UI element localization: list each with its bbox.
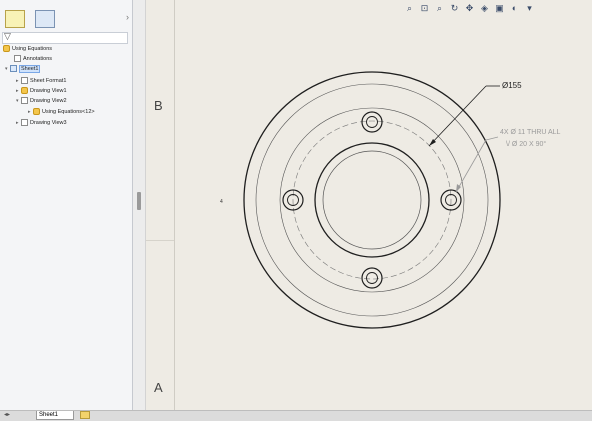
solidworks-drawing-window: › ▽ Using Equations Annotations ▾ Sheet1 … (0, 0, 592, 421)
sheet-icon (10, 65, 17, 73)
tree-item-using-equations[interactable]: Using Equations (3, 45, 52, 54)
diameter-note[interactable]: Ø155 (502, 81, 522, 90)
diameter-dimension-leader[interactable] (428, 85, 500, 147)
tree-item-label: Annotations (23, 56, 53, 62)
tree-item-label: Using Equations (12, 46, 53, 52)
feature-manager-tab[interactable] (5, 10, 25, 28)
tree-item-using-equations-12[interactable]: ▸ Using Equations<12> (28, 108, 95, 117)
sheet-tab-bar: ◂▸ Sheet1 (0, 410, 592, 421)
hole-callout-line2[interactable]: \/ Ø 20 X 90° (506, 140, 546, 148)
hub-circle[interactable] (314, 142, 430, 258)
splitter-grip-icon[interactable] (137, 192, 141, 210)
drawing-view-icon (21, 97, 28, 105)
chevron-right-icon[interactable]: › (126, 12, 129, 22)
add-sheet-icon[interactable] (80, 411, 90, 419)
panel-splitter[interactable] (133, 0, 146, 410)
feature-manager-panel: › ▽ Using Equations Annotations ▾ Sheet1 … (0, 0, 133, 410)
tab-scroll-arrows-icon[interactable]: ◂▸ (4, 411, 10, 420)
panel-tabs: › (0, 10, 132, 30)
tree-item-label: Drawing View3 (30, 120, 67, 126)
tree-item-label: Using Equations<12> (42, 109, 95, 115)
sheet-format-icon (21, 77, 28, 85)
drawing-canvas[interactable]: B A ⌕ ⊡ ⌕ ↻ ✥ ◈ ▣ ◐ ▾ 4 Ø155 4X Ø 11 THR… (146, 0, 592, 410)
part-icon (33, 108, 40, 116)
bore-circle[interactable] (322, 150, 422, 250)
inner-thin-circle (279, 107, 465, 293)
drawing-view-icon (21, 87, 28, 95)
filter-icon: ▽ (4, 31, 11, 41)
tree-item-sheet1[interactable]: ▾ Sheet1 (5, 65, 41, 74)
tree-item-label: Sheet Format1 (30, 78, 67, 84)
annotations-icon (14, 55, 21, 63)
property-manager-tab[interactable] (35, 10, 55, 28)
view-marker: 4 (220, 199, 223, 205)
tree-filter-input[interactable]: ▽ (2, 31, 128, 44)
outer-thin-circle (255, 83, 489, 317)
tree-item-drawing-view2[interactable]: ▾ Drawing View2 (16, 97, 67, 106)
tree-item-drawing-view3[interactable]: ▸ Drawing View3 (16, 119, 67, 128)
bolt-circle-centerline (292, 120, 452, 280)
bolt-hole-top[interactable] (361, 111, 383, 133)
drawing-doc-icon (3, 45, 10, 53)
outer-flange-circle[interactable] (243, 71, 501, 329)
bolt-hole-bottom[interactable] (361, 267, 383, 289)
drawing-view-icon (21, 119, 28, 127)
tree-item-label: Drawing View1 (30, 88, 67, 94)
tree-item-drawing-view1[interactable]: ▸ Drawing View1 (16, 87, 67, 96)
tree-item-label: Drawing View2 (30, 98, 67, 104)
tree-item-annotations[interactable]: Annotations (14, 55, 52, 64)
tree-item-sheet-format1[interactable]: ▸ Sheet Format1 (16, 77, 66, 86)
flange-drawing-view[interactable]: 4 Ø155 4X Ø 11 THRU ALL \/ Ø 20 X 90° (146, 0, 592, 410)
tree-item-label: Sheet1 (19, 65, 41, 73)
tab-sheet1[interactable]: Sheet1 (36, 411, 74, 420)
hole-callout-line1[interactable]: 4X Ø 11 THRU ALL (500, 129, 561, 136)
